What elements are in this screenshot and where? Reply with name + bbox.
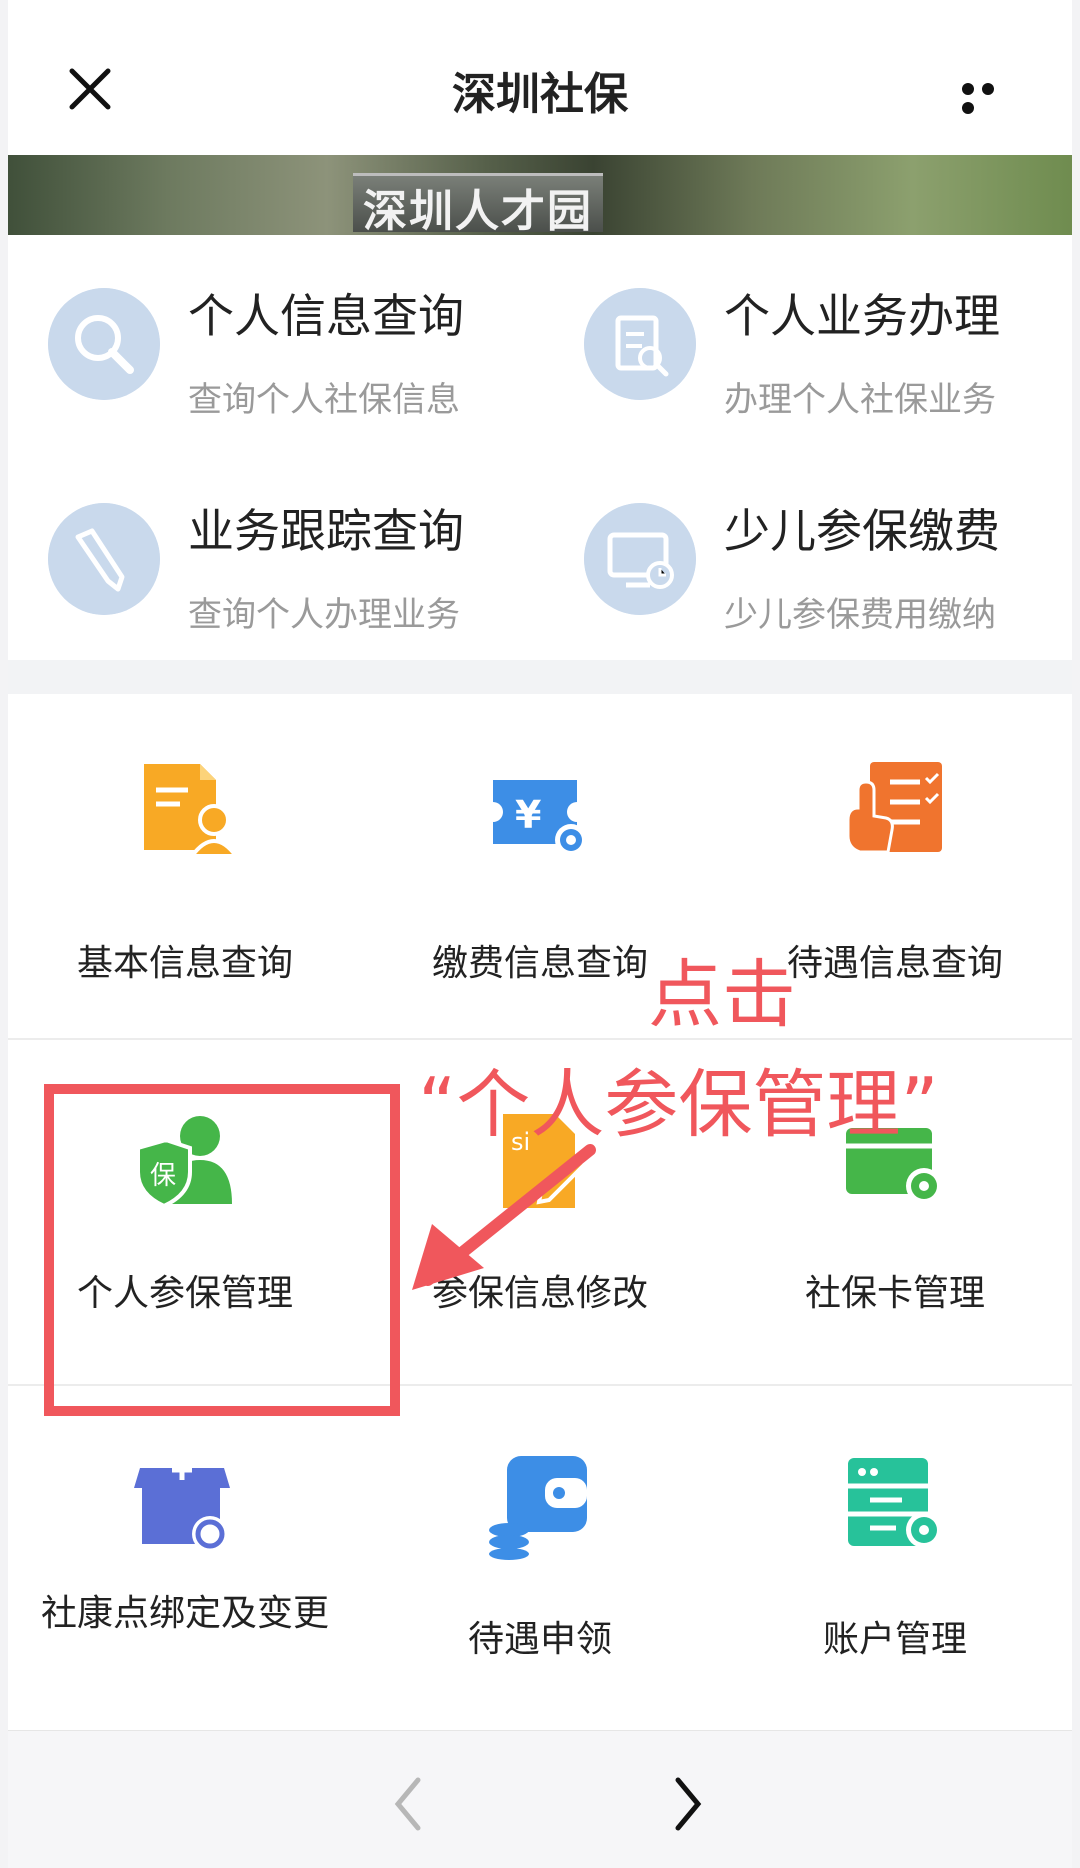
banner-image: 深圳人才园 bbox=[8, 155, 1072, 235]
document-pen-icon bbox=[584, 288, 696, 400]
yuan-ticket-icon: ¥ bbox=[493, 780, 587, 856]
bottom-nav-bar bbox=[8, 1730, 1072, 1868]
section-divider bbox=[8, 660, 1072, 694]
grid-item-label: 社康点绑定及变更 bbox=[40, 1593, 329, 1634]
quick-item-child-insurance[interactable]: 少儿参保缴费 少儿参保费用缴纳 bbox=[544, 451, 1044, 635]
grid-item-clinic-binding[interactable]: 社康点绑定及变更 bbox=[8, 1386, 362, 1728]
grid-row: 基本信息查询 ¥ 缴费信息查询 待遇信息查询 bbox=[8, 694, 1072, 1040]
clinic-refresh-icon bbox=[134, 1460, 230, 1552]
back-arrow-icon[interactable] bbox=[388, 1774, 428, 1834]
quick-item-business-tracking[interactable]: 业务跟踪查询 查询个人办理业务 bbox=[8, 451, 508, 635]
banner-text: 深圳人才园 bbox=[363, 186, 593, 235]
quick-services: 个人信息查询 查询个人社保信息 个人业务办理 办理个人社保业务 业务跟踪查询 查… bbox=[8, 236, 1072, 660]
search-icon bbox=[48, 288, 160, 400]
grid-item-label: 待遇申领 bbox=[467, 1619, 612, 1660]
checklist-hand-icon bbox=[846, 762, 942, 854]
annotation-text-target: “个人参保管理” bbox=[418, 1062, 939, 1148]
quick-item-personal-info[interactable]: 个人信息查询 查询个人社保信息 bbox=[8, 236, 508, 420]
grid-item-benefit-claim[interactable]: 待遇申领 bbox=[363, 1386, 717, 1728]
quick-item-title: 个人业务办理 bbox=[724, 289, 1000, 343]
page-title: 深圳社保 bbox=[452, 69, 628, 120]
quick-item-personal-business[interactable]: 个人业务办理 办理个人社保业务 bbox=[544, 236, 1044, 420]
page: 深圳社保 深圳人才园 个人信息查询 查询个人社保信息 个人业务办理 办理个人社保… bbox=[8, 0, 1072, 1868]
monitor-clock-icon bbox=[584, 503, 696, 615]
annotation-highlight-box bbox=[44, 1084, 400, 1416]
quick-item-title: 业务跟踪查询 bbox=[188, 504, 464, 558]
grid-row: 社康点绑定及变更 待遇申领 账户管理 bbox=[8, 1386, 1072, 1728]
quick-item-subtitle: 查询个人社保信息 bbox=[188, 380, 460, 420]
top-bar: 深圳社保 bbox=[8, 0, 1072, 154]
quick-item-subtitle: 少儿参保费用缴纳 bbox=[724, 595, 996, 635]
grid-item-basic-info[interactable]: 基本信息查询 bbox=[8, 694, 362, 1038]
pencil-icon bbox=[48, 503, 160, 615]
grid-item-label: 基本信息查询 bbox=[76, 943, 293, 984]
grid-item-label: 账户管理 bbox=[822, 1619, 967, 1660]
forward-arrow-icon[interactable] bbox=[668, 1774, 708, 1834]
wallet-coins-icon bbox=[489, 1456, 587, 1560]
grid-item-label: 社保卡管理 bbox=[804, 1273, 985, 1314]
server-gear-icon bbox=[848, 1458, 942, 1548]
annotation-arrow-icon bbox=[412, 1144, 596, 1290]
annotation-text-click: 点击 bbox=[648, 952, 796, 1038]
more-options-icon[interactable] bbox=[962, 80, 1020, 114]
profile-card-icon bbox=[144, 764, 240, 858]
quick-item-title: 个人信息查询 bbox=[188, 289, 464, 343]
quick-item-subtitle: 办理个人社保业务 bbox=[724, 380, 996, 420]
svg-text:¥: ¥ bbox=[515, 793, 541, 837]
quick-item-subtitle: 查询个人办理业务 bbox=[188, 595, 460, 635]
quick-item-title: 少儿参保缴费 bbox=[724, 504, 1000, 558]
grid-item-account[interactable]: 账户管理 bbox=[718, 1386, 1072, 1728]
